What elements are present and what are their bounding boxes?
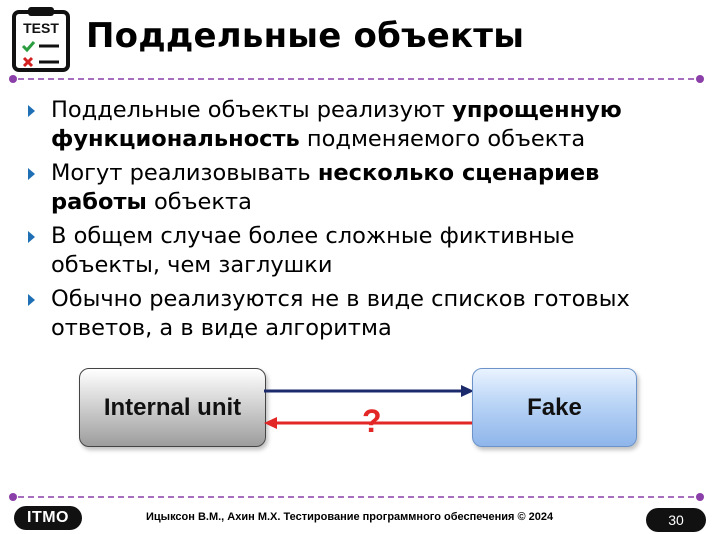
bullet-text: ответов, а в виде алгоритма [51, 315, 392, 341]
internal-unit-box: Internal unit [79, 368, 266, 447]
footer-authors: Ицыксон В.М., Ахин М.Х. Тестирование про… [146, 511, 554, 523]
bullet-item: В общем случае более сложные фиктивные об… [26, 222, 696, 280]
bullet-text: Могут реализовывать [51, 160, 318, 186]
bullet-text: В общем случае более сложные фиктивные [51, 223, 575, 249]
bullet-arrow-icon [28, 168, 35, 180]
internal-unit-label: Internal unit [103, 393, 242, 421]
bullet-text: объекты, чем заглушки [51, 252, 333, 278]
bullet-arrow-icon [28, 294, 35, 306]
bullet-arrow-icon [28, 231, 35, 243]
bullet-bold-text: упрощенную [452, 97, 622, 123]
bullet-list: Поддельные объекты реализуют упрощенную ф… [26, 96, 696, 348]
bullet-bold-text: работы [51, 189, 147, 215]
bullet-text: подменяемого объекта [299, 126, 586, 152]
bottom-divider [9, 493, 704, 501]
bullet-bold-text: функциональность [51, 126, 300, 152]
bullet-text: объекта [146, 189, 252, 215]
bullet-bold-text: несколько сценариев [317, 160, 600, 186]
bullet-item: Могут реализовывать несколько сценариев р… [26, 159, 696, 217]
top-divider [9, 75, 704, 83]
svg-text:TEST: TEST [23, 20, 59, 36]
slide-title: Поддельные объекты [86, 16, 525, 56]
itmo-logo: ITMO [14, 506, 82, 530]
bullet-text: Поддельные объекты реализуют [51, 97, 453, 123]
page-number: 30 [646, 508, 706, 532]
return-arrowhead [264, 417, 277, 429]
fake-label: Fake [527, 393, 582, 421]
test-clipboard-icon: TEST [12, 7, 70, 72]
bullet-item: Поддельные объекты реализуют упрощенную ф… [26, 96, 696, 154]
bullet-item: Обычно реализуются не в виде списков гот… [26, 285, 696, 343]
fake-box: Fake [472, 368, 637, 447]
bullet-arrow-icon [28, 105, 35, 117]
question-mark: ? [362, 403, 382, 439]
bullet-text: Обычно реализуются не в виде списков гот… [51, 286, 630, 312]
